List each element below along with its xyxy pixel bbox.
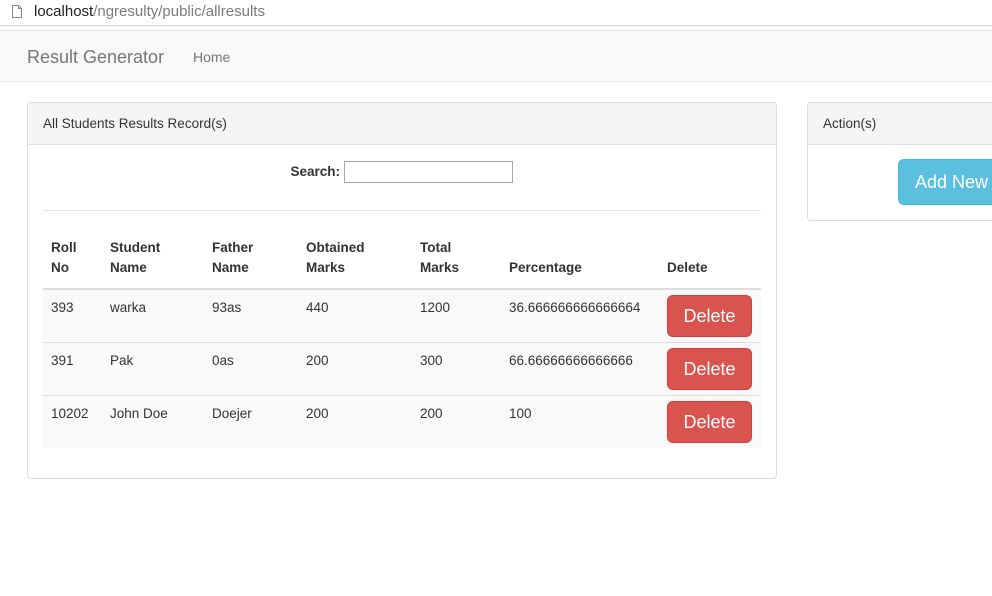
col-student-name-line1: Student xyxy=(110,240,161,255)
search-input[interactable] xyxy=(344,161,514,183)
cell-delete: Delete xyxy=(659,395,761,448)
col-percentage: Percentage xyxy=(501,230,659,290)
col-obtained-marks-line1: Obtained xyxy=(306,240,365,255)
delete-button[interactable]: Delete xyxy=(667,401,752,443)
delete-button[interactable]: Delete xyxy=(667,295,752,337)
actions-panel-title: Action(s) xyxy=(808,103,992,145)
col-obtained-marks: Obtained Marks xyxy=(298,230,412,290)
cell-father-name: 93as xyxy=(212,300,242,315)
cell-student-name: warka xyxy=(110,300,147,315)
col-father-name-line1: Father xyxy=(212,240,254,255)
table-row: 391 Pak 0as 200 300 66.66666666666666 De… xyxy=(43,342,761,396)
search-row: Search: xyxy=(28,161,776,183)
url-host: localhost xyxy=(34,3,94,20)
cell-percentage: 66.66666666666666 xyxy=(501,342,659,396)
url-text[interactable]: localhost/ngresulty/public/allresults xyxy=(34,3,265,20)
col-father-name: Father Name xyxy=(204,230,298,290)
cell-total-marks: 300 xyxy=(412,342,501,396)
add-new-button[interactable]: Add New xyxy=(898,159,992,205)
cell-roll-no: 391 xyxy=(43,342,102,396)
col-roll-no-line1: Roll xyxy=(51,240,77,255)
table-header-row: Roll No Student Name Father Name Obtained Ma… xyxy=(43,230,761,290)
search-label: Search: xyxy=(290,164,341,180)
cell-percentage: 36.666666666666664 xyxy=(509,300,641,315)
brand-link[interactable]: Result Generator xyxy=(27,47,164,68)
cell-student-name: John Doe xyxy=(102,395,204,448)
cell-father-name: Doejer xyxy=(204,395,298,448)
delete-button[interactable]: Delete xyxy=(667,348,752,390)
col-roll-no-line2: No xyxy=(51,260,69,275)
cell-percentage: 100 xyxy=(501,395,659,448)
col-student-name-line2: Name xyxy=(110,260,147,275)
table-row: 393 warka 93as 440 1200 36.6666666666666… xyxy=(43,289,761,343)
actions-panel: Action(s) Add New xyxy=(807,102,992,221)
cell-father-name: 0as xyxy=(204,342,298,396)
col-total-marks-line2: Marks xyxy=(420,260,460,275)
col-total-marks-line1: Total xyxy=(420,240,452,255)
cell-roll-no: 10202 xyxy=(43,395,102,448)
navbar: Result Generator Home xyxy=(0,30,992,82)
cell-obtained-marks: 200 xyxy=(298,395,412,448)
cell-total-marks: 1200 xyxy=(420,300,451,315)
col-student-name: Student Name xyxy=(102,230,204,290)
col-delete: Delete xyxy=(659,230,761,290)
results-panel: All Students Results Record(s) Search: R… xyxy=(27,102,777,479)
col-total-marks: Total Marks xyxy=(412,230,501,290)
col-obtained-marks-line2: Marks xyxy=(306,260,346,275)
cell-delete: Delete xyxy=(659,342,761,396)
cell-obtained-marks: 200 xyxy=(298,342,412,396)
results-panel-title: All Students Results Record(s) xyxy=(28,103,776,145)
cell-obtained-marks: 440 xyxy=(306,300,329,315)
divider xyxy=(43,210,761,211)
col-father-name-line2: Name xyxy=(212,260,249,275)
table-row: 10202 John Doe Doejer 200 200 100 Delete xyxy=(43,395,761,448)
cell-roll-no: 393 xyxy=(51,300,74,315)
cell-delete: Delete xyxy=(659,289,761,343)
results-table: Roll No Student Name Father Name Obtained Ma… xyxy=(43,230,761,448)
address-bar[interactable]: localhost/ngresulty/public/allresults xyxy=(0,0,992,26)
url-path: /ngresulty/public/allresults xyxy=(93,3,265,20)
col-roll-no: Roll No xyxy=(43,230,102,290)
nav-home-link[interactable]: Home xyxy=(193,49,230,65)
cell-student-name: Pak xyxy=(102,342,204,396)
page-icon xyxy=(12,5,22,18)
cell-total-marks: 200 xyxy=(412,395,501,448)
